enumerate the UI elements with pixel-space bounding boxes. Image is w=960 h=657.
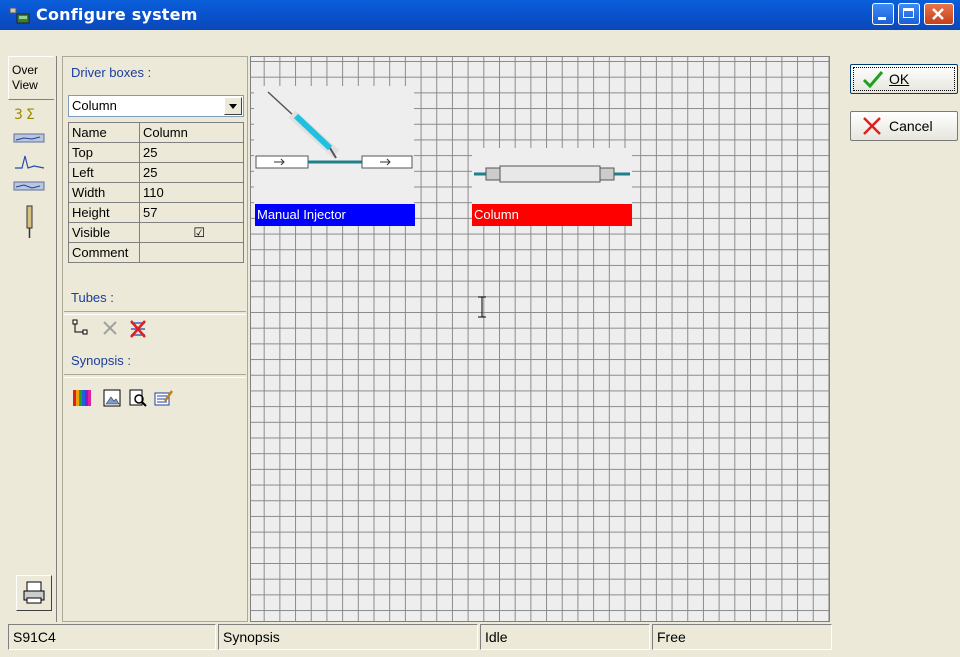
svg-text:3: 3	[14, 107, 23, 123]
ok-label: OK	[889, 71, 910, 87]
prop-name: Name	[68, 122, 140, 143]
colors-icon[interactable]	[71, 387, 93, 409]
edit-properties-icon[interactable]	[153, 387, 175, 409]
system-app-icon	[9, 7, 30, 24]
table-row: Name Column	[68, 122, 244, 143]
status-view: Synopsis	[218, 624, 478, 650]
prop-value[interactable]: 25	[139, 142, 244, 163]
status-mode: Free	[652, 624, 832, 650]
print-button[interactable]	[16, 575, 52, 611]
prop-value[interactable]: 25	[139, 162, 244, 183]
cancel-button[interactable]: Cancel	[850, 111, 958, 141]
tab-detector-icon[interactable]	[12, 176, 48, 196]
title-bar[interactable]: Configure system	[0, 0, 960, 30]
chevron-down-icon[interactable]	[224, 97, 242, 115]
printer-icon	[23, 581, 45, 604]
cancel-label: Cancel	[889, 118, 933, 134]
prop-value[interactable]: Column	[139, 122, 244, 143]
delete-all-tubes-icon[interactable]	[127, 317, 149, 339]
tab-overview-line2: View	[12, 78, 38, 92]
preview-icon[interactable]	[127, 387, 149, 409]
table-row: Visible ☑	[68, 222, 244, 243]
tab-injector-icon[interactable]	[12, 204, 48, 240]
prop-name: Height	[68, 202, 140, 223]
tab-signal-icon[interactable]	[12, 128, 48, 148]
tab-overview[interactable]: Over View	[8, 56, 54, 100]
prop-name: Comment	[68, 242, 140, 263]
visible-checkbox[interactable]: ☑	[139, 222, 244, 243]
driver-select-value: Column	[72, 98, 117, 113]
manual-injector-device[interactable]	[254, 86, 414, 204]
prop-name: Left	[68, 162, 140, 183]
prop-value[interactable]	[139, 242, 244, 263]
properties-table: Name Column Top 25 Left 25 Width 110 Height 5…	[68, 122, 244, 263]
maximize-button[interactable]	[898, 3, 920, 25]
divider	[64, 311, 246, 315]
close-icon	[932, 8, 944, 20]
delete-tube-icon[interactable]	[99, 317, 121, 339]
table-row: Comment	[68, 242, 244, 263]
table-row: Left 25	[68, 162, 244, 183]
table-row: Width 110	[68, 182, 244, 203]
prop-name: Width	[68, 182, 140, 203]
prop-value[interactable]: 110	[139, 182, 244, 203]
tab-strip: Over View 3 Σ	[8, 56, 57, 622]
divider	[64, 374, 246, 378]
driver-boxes-label: Driver boxes :	[71, 65, 152, 80]
prop-name: Visible	[68, 222, 140, 243]
tab-overview-line1: Over	[12, 63, 39, 77]
ok-button[interactable]: OK	[850, 64, 958, 94]
minimize-button[interactable]	[872, 3, 894, 25]
status-system-id: S91C4	[8, 624, 216, 650]
table-row: Height 57	[68, 202, 244, 223]
table-row: Top 25	[68, 142, 244, 163]
tubes-label: Tubes :	[71, 290, 114, 305]
close-button[interactable]	[924, 3, 954, 25]
prop-name: Top	[68, 142, 140, 163]
properties-panel: Driver boxes : Column Name Column Top 25 L…	[62, 56, 248, 622]
column-device[interactable]	[472, 148, 632, 204]
add-tube-icon[interactable]	[71, 317, 93, 339]
synopsis-label: Synopsis :	[71, 353, 131, 368]
column-label[interactable]: Column	[472, 204, 632, 226]
column-icon	[474, 165, 630, 183]
cancel-x-icon	[863, 117, 881, 135]
prop-value[interactable]: 57	[139, 202, 244, 223]
manual-injector-label[interactable]: Manual Injector	[255, 204, 415, 226]
checkmark-icon	[862, 71, 884, 89]
window-title: Configure system	[36, 5, 198, 24]
svg-text:Σ: Σ	[26, 107, 35, 123]
background-image-icon[interactable]	[101, 387, 123, 409]
tab-chromatogram-icon[interactable]	[12, 152, 48, 172]
driver-select[interactable]: Column	[68, 95, 244, 117]
tab-sum-icon[interactable]: 3 Σ	[12, 104, 48, 124]
status-state: Idle	[480, 624, 650, 650]
text-cursor-icon	[478, 296, 486, 318]
manual-injector-icon	[255, 91, 413, 169]
